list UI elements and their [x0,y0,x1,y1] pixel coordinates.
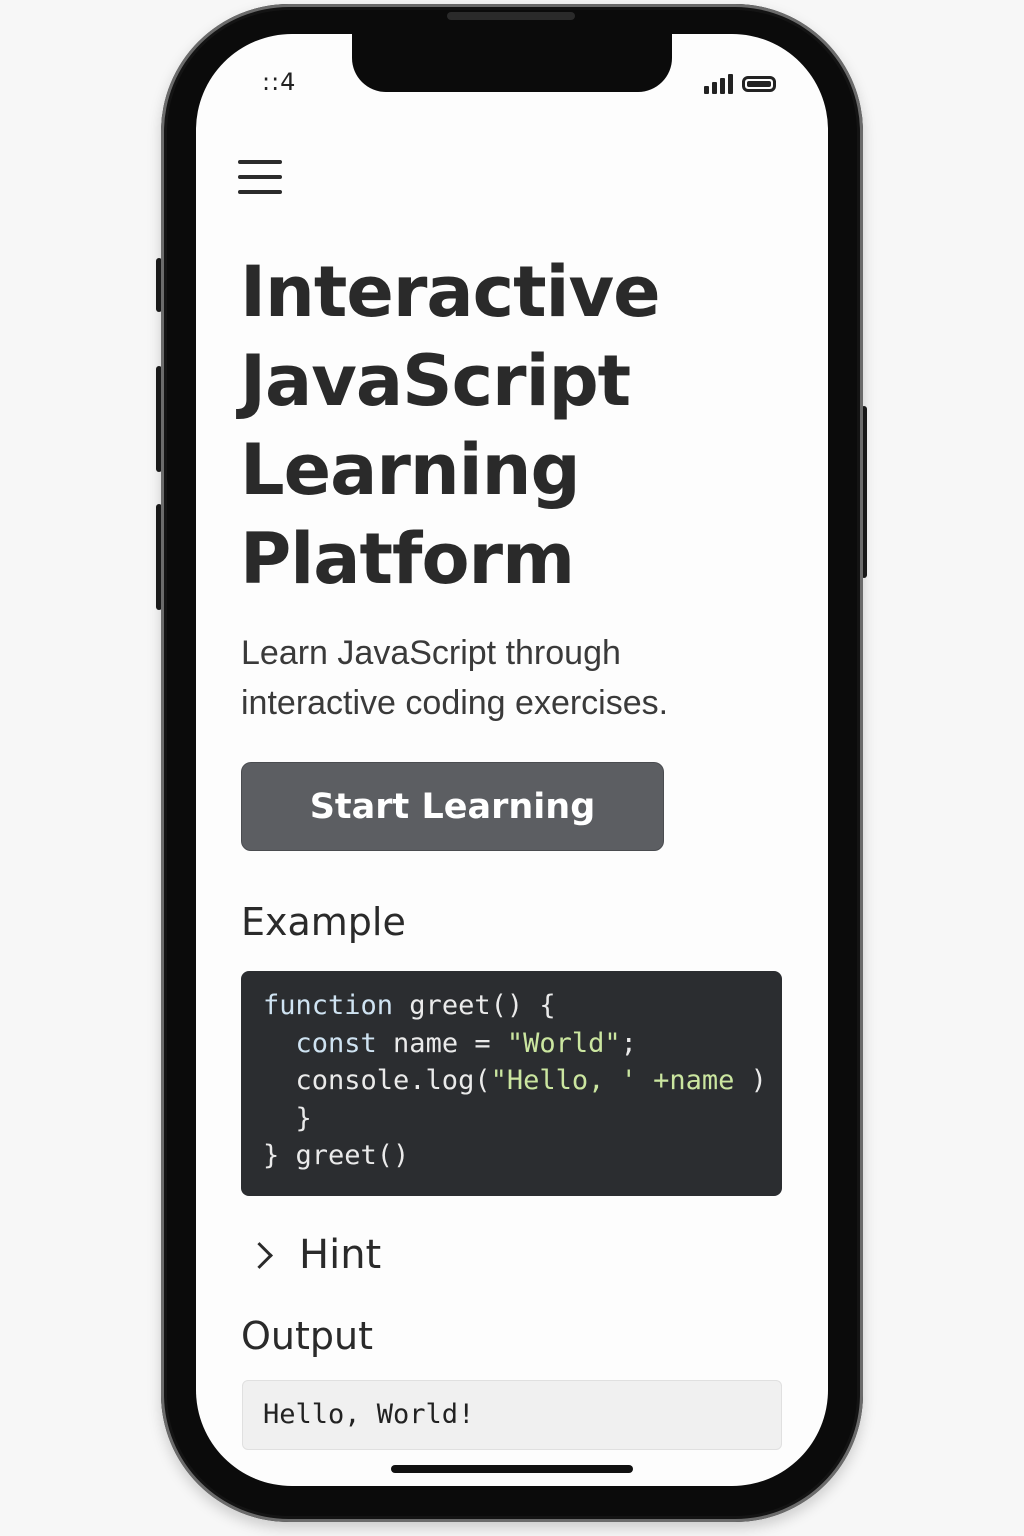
battery-icon [742,76,776,92]
start-learning-button[interactable]: Start Learning [241,762,664,851]
chevron-right-icon [246,1241,273,1269]
code-line: function greet() { [263,987,760,1025]
status-time: ::4 [262,68,297,96]
code-token: console.log( [263,1065,491,1096]
example-heading: Example [241,900,406,944]
screen: ::4 Interactive JavaScript Learning Plat… [196,34,828,1486]
signal-icon [704,74,734,94]
code-token: ; [620,1027,637,1059]
code-token: } greet() [263,1140,410,1171]
code-token: "Hello, ' +name [490,1065,735,1096]
code-token: greet() { [393,990,556,1021]
code-token: function [263,990,394,1021]
code-line: const name = "World"; [263,1025,760,1063]
code-token: name = [376,1027,507,1059]
output-heading: Output [241,1314,373,1358]
code-example: function greet() { const name = "World";… [241,971,782,1196]
code-line: } [263,1100,760,1138]
home-indicator[interactable] [391,1465,633,1473]
hint-label: Hint [299,1232,382,1278]
code-line: } greet() [263,1137,760,1175]
code-token: "World" [506,1027,621,1059]
speaker-grille [447,12,575,20]
output-console: Hello, World! [242,1380,782,1450]
page-title: Interactive JavaScript Learning Platform [240,251,661,600]
hint-toggle[interactable]: Hint [246,1230,382,1280]
code-token: } [263,1102,312,1134]
code-token: ) [734,1065,767,1096]
hamburger-menu-icon[interactable] [238,158,282,196]
code-line: console.log("Hello, ' +name ) [263,1062,767,1100]
phone-mockup: ::4 Interactive JavaScript Learning Plat… [0,0,1024,1536]
notch [352,34,672,92]
code-token: const [263,1027,377,1059]
page-subtitle: Learn JavaScript through interactive cod… [241,634,669,722]
